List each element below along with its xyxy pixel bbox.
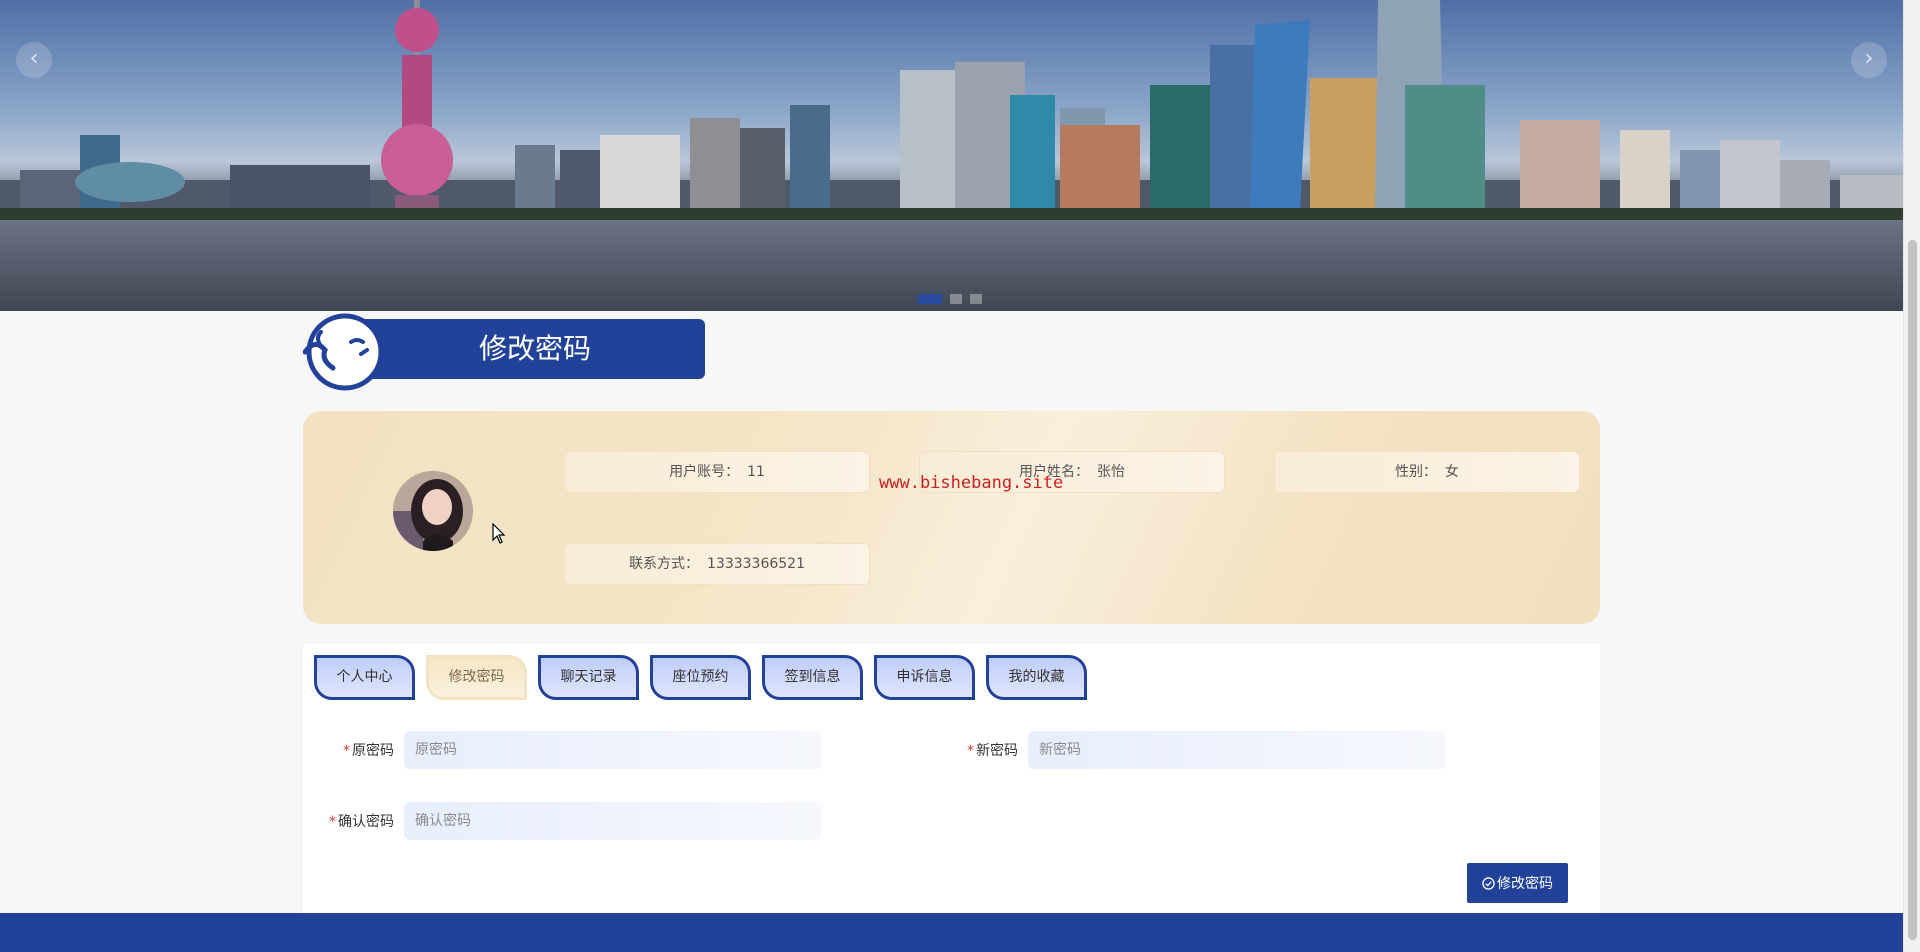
carousel-dot-3[interactable] — [970, 294, 982, 304]
carousel-dot-1[interactable] — [918, 294, 942, 304]
gender-value: 女 — [1445, 464, 1459, 480]
page-title: 修改密码 — [355, 319, 705, 379]
watermark-text: www.bishebang.site — [879, 473, 1064, 493]
old-password-row: * 原密码 — [303, 731, 822, 769]
page-title-block: 修改密码 — [303, 312, 705, 392]
required-mark: * — [343, 743, 350, 759]
tab-bar: 个人中心 修改密码 聊天记录 座位预约 签到信息 申诉信息 我的收藏 — [314, 655, 1087, 700]
new-password-input[interactable] — [1028, 731, 1446, 769]
gender-info: 性别： 女 — [1274, 451, 1580, 493]
whisper-face-icon — [303, 313, 383, 391]
skyline-image — [0, 0, 1903, 311]
tab-change-password[interactable]: 修改密码 — [426, 655, 527, 700]
new-password-label: * 新密码 — [967, 743, 1018, 759]
banner-carousel: ‹ › — [0, 0, 1903, 311]
chevron-left-icon: ‹ — [29, 46, 39, 71]
chevron-right-icon: › — [1864, 46, 1874, 71]
page-scrollbar[interactable] — [1903, 0, 1920, 952]
name-value: 张怡 — [1097, 464, 1125, 480]
old-password-label: * 原密码 — [343, 743, 394, 759]
tab-chat-history[interactable]: 聊天记录 — [538, 655, 639, 700]
gender-label: 性别： — [1395, 464, 1437, 480]
footer — [0, 913, 1903, 952]
main-panel: 个人中心 修改密码 聊天记录 座位预约 签到信息 申诉信息 我的收藏 * 原密码 … — [303, 644, 1600, 914]
confirm-password-row: * 确认密码 — [303, 802, 822, 840]
phone-value: 13333366521 — [707, 556, 805, 572]
mouse-cursor-icon — [492, 523, 506, 544]
phone-label: 联系方式： — [629, 556, 699, 572]
tab-checkin-info[interactable]: 签到信息 — [762, 655, 863, 700]
confirm-password-input[interactable] — [404, 802, 822, 840]
phone-info: 联系方式： 13333366521 — [564, 543, 870, 585]
check-circle-icon — [1482, 876, 1495, 890]
account-value: 11 — [747, 464, 765, 480]
tab-personal-center[interactable]: 个人中心 — [314, 655, 415, 700]
account-info: 用户账号： 11 — [564, 451, 870, 493]
tab-seat-booking[interactable]: 座位预约 — [650, 655, 751, 700]
carousel-dot-2[interactable] — [950, 294, 962, 304]
required-mark: * — [329, 814, 336, 830]
avatar-image — [393, 471, 473, 551]
required-mark: * — [967, 743, 974, 759]
old-password-input[interactable] — [404, 731, 822, 769]
avatar — [393, 471, 473, 551]
scrollbar-thumb[interactable] — [1908, 240, 1917, 940]
tab-appeal-info[interactable]: 申诉信息 — [874, 655, 975, 700]
carousel-next-button[interactable]: › — [1851, 42, 1887, 78]
carousel-prev-button[interactable]: ‹ — [16, 42, 52, 78]
change-password-button-label: 修改密码 — [1497, 876, 1553, 892]
account-label: 用户账号： — [669, 464, 740, 480]
change-password-button[interactable]: 修改密码 — [1467, 863, 1568, 903]
profile-card: 用户账号： 11 用户姓名： 张怡 性别：女 联系方式： 13333366521 ww… — [303, 411, 1600, 624]
carousel-indicators — [918, 294, 982, 304]
confirm-password-label: * 确认密码 — [329, 814, 394, 830]
new-password-row: * 新密码 — [927, 731, 1446, 769]
tab-my-favorites[interactable]: 我的收藏 — [986, 655, 1087, 700]
